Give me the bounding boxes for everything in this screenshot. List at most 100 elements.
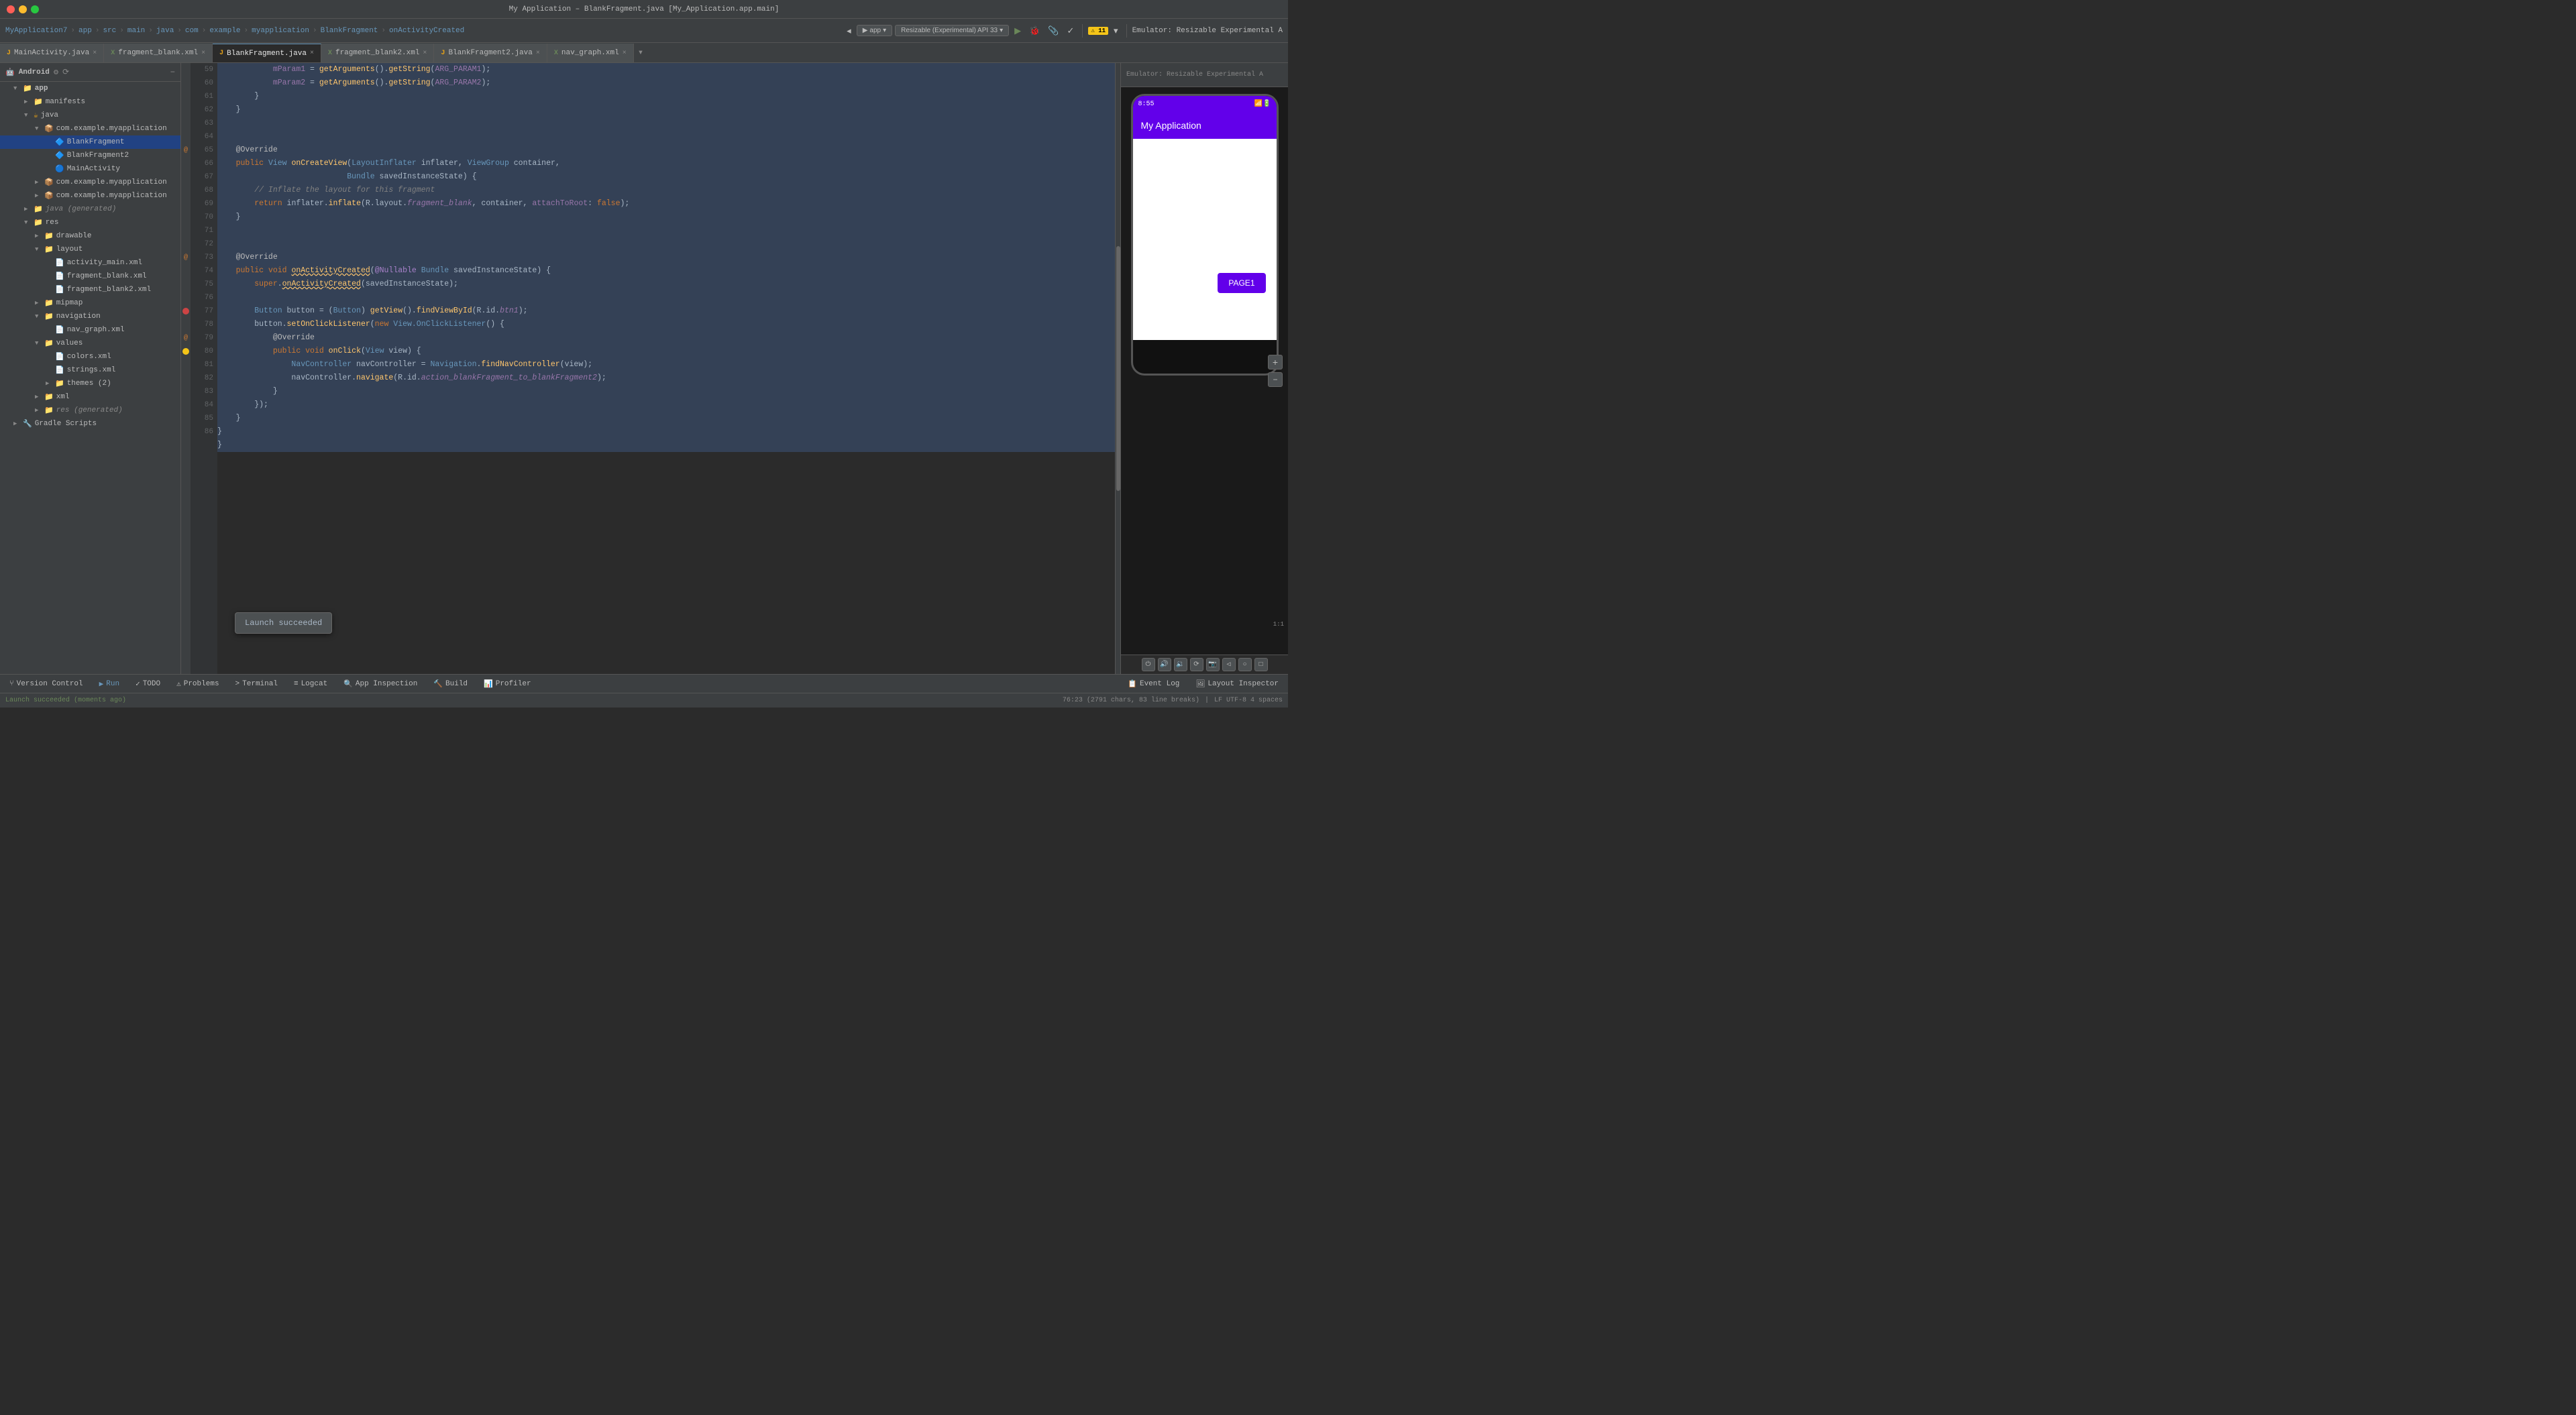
device-page1-button[interactable]: PAGE1 (1218, 273, 1265, 293)
tree-item-navigation[interactable]: ▼ 📁 navigation (0, 310, 180, 323)
tree-item-app[interactable]: ▼ 📁 app (0, 82, 180, 95)
breadcrumb-app[interactable]: MyApplication7 (5, 27, 67, 35)
run-tests-button[interactable]: ✓ (1065, 24, 1077, 38)
tab-fragment-blank2-xml[interactable]: X fragment_blank2.xml × (321, 44, 434, 62)
breadcrumb-main[interactable]: main (127, 27, 145, 35)
breadcrumb-myapplication[interactable]: myapplication (252, 27, 309, 35)
tab-fragment-blank-xml[interactable]: X fragment_blank.xml × (104, 44, 213, 62)
expand-icon[interactable]: ▶ (46, 380, 55, 387)
tree-item-java[interactable]: ▼ ☕ java (0, 109, 180, 122)
minimize-button[interactable] (19, 5, 27, 13)
tab-close-button[interactable]: × (423, 50, 427, 57)
expand-icon[interactable]: ▶ (35, 394, 44, 400)
tab-event-log[interactable]: 📋 Event Log (1124, 678, 1183, 690)
expand-icon[interactable]: ▼ (24, 112, 34, 119)
tree-item-blankfragment2[interactable]: 🔷 BlankFragment2 (0, 149, 180, 162)
tab-profiler[interactable]: 📊 Profiler (480, 678, 535, 690)
back-button[interactable]: ◁ (1222, 658, 1236, 671)
expand-icon[interactable]: ▼ (35, 340, 44, 347)
tree-item-package-main[interactable]: ▼ 📦 com.example.myapplication (0, 122, 180, 135)
expand-icon[interactable]: ▶ (24, 206, 34, 213)
expand-icon[interactable]: ▶ (35, 300, 44, 306)
tab-close-button[interactable]: × (201, 50, 205, 57)
warning-chevron[interactable]: ▾ (1111, 24, 1121, 38)
panel-settings-icon[interactable]: ⚙ (54, 67, 58, 77)
code-content[interactable]: @ @ @ (181, 63, 1120, 674)
breadcrumb-java[interactable]: java (156, 27, 174, 35)
breadcrumb-onactivitycreated[interactable]: onActivityCreated (389, 27, 464, 35)
tab-terminal[interactable]: > Terminal (231, 679, 282, 689)
tree-item-package-test[interactable]: ▶ 📦 com.example.myapplication (0, 176, 180, 189)
tree-item-manifests[interactable]: ▶ 📁 manifests (0, 95, 180, 109)
expand-icon[interactable]: ▼ (35, 313, 44, 320)
recents-button[interactable]: □ (1254, 658, 1268, 671)
tab-blankfragment2[interactable]: J BlankFragment2.java × (434, 44, 547, 62)
power-button[interactable]: ⏻ (1142, 658, 1155, 671)
tree-item-res-generated[interactable]: ▶ 📁 res (generated) (0, 404, 180, 417)
tab-app-inspection[interactable]: 🔍 App Inspection (339, 678, 421, 690)
expand-icon[interactable]: ▼ (13, 85, 23, 92)
tab-mainactivity[interactable]: J MainActivity.java × (0, 44, 104, 62)
expand-icon[interactable]: ▶ (24, 99, 34, 105)
tree-item-mipmap[interactable]: ▶ 📁 mipmap (0, 296, 180, 310)
tab-logcat[interactable]: ≡ Logcat (290, 679, 331, 689)
tree-item-blankfragment[interactable]: 🔷 BlankFragment (0, 135, 180, 149)
expand-icon[interactable]: ▶ (35, 407, 44, 414)
maximize-button[interactable] (31, 5, 39, 13)
device-selector[interactable]: Resizable (Experimental) API 33 ▾ (895, 25, 1009, 36)
tree-item-mainactivity[interactable]: 🔵 MainActivity (0, 162, 180, 176)
breadcrumb-app-module[interactable]: app (78, 27, 92, 35)
tab-version-control[interactable]: ⑂ Version Control (5, 679, 87, 689)
breadcrumb-example[interactable]: example (209, 27, 240, 35)
tab-run[interactable]: ▶ Run (95, 678, 123, 690)
tab-close-button[interactable]: × (536, 50, 540, 57)
tab-todo[interactable]: ✓ TODO (131, 678, 164, 690)
back-nav-button[interactable]: ◂ (844, 24, 854, 38)
tab-build[interactable]: 🔨 Build (429, 678, 472, 690)
code-body[interactable]: mParam1 = getArguments().getString(ARG_P… (217, 63, 1115, 674)
tab-nav-graph[interactable]: X nav_graph.xml × (547, 44, 634, 62)
attach-button[interactable]: 📎 (1045, 24, 1061, 38)
zoom-in-button[interactable]: + (1268, 355, 1283, 370)
zoom-out-button[interactable]: − (1268, 372, 1283, 387)
tree-item-res[interactable]: ▼ 📁 res (0, 216, 180, 229)
volume-up-button[interactable]: 🔊 (1158, 658, 1171, 671)
breadcrumb-blankfragment[interactable]: BlankFragment (321, 27, 378, 35)
breadcrumb-com[interactable]: com (185, 27, 199, 35)
expand-icon[interactable]: ▼ (35, 125, 44, 132)
expand-icon[interactable]: ▼ (24, 219, 34, 226)
expand-icon[interactable]: ▼ (35, 246, 44, 253)
expand-icon[interactable]: ▶ (35, 179, 44, 186)
tree-item-nav-graph-xml[interactable]: 📄 nav_graph.xml (0, 323, 180, 337)
home-button[interactable]: ○ (1238, 658, 1252, 671)
run-config-selector[interactable]: ▶ app ▾ (857, 25, 892, 36)
tree-item-strings-xml[interactable]: 📄 strings.xml (0, 363, 180, 377)
tab-layout-inspector[interactable]: 🖼 Layout Inspector (1191, 678, 1283, 690)
vertical-scrollbar[interactable] (1115, 63, 1120, 674)
panel-collapse-icon[interactable]: − (170, 68, 175, 77)
tree-item-activity-main-xml[interactable]: 📄 activity_main.xml (0, 256, 180, 270)
tab-problems[interactable]: ⚠ Problems (172, 678, 223, 690)
expand-icon[interactable]: ▶ (13, 420, 23, 427)
close-button[interactable] (7, 5, 15, 13)
run-button[interactable]: ▶ (1012, 24, 1024, 38)
tab-close-button[interactable]: × (310, 50, 314, 57)
expand-icon[interactable]: ▶ (35, 192, 44, 199)
tree-item-package-androidtest[interactable]: ▶ 📦 com.example.myapplication (0, 189, 180, 203)
panel-sync-icon[interactable]: ⟳ (62, 67, 69, 77)
breadcrumb-src[interactable]: src (103, 27, 116, 35)
tab-blankfragment[interactable]: J BlankFragment.java × (213, 44, 321, 62)
volume-down-button[interactable]: 🔉 (1174, 658, 1187, 671)
tree-item-themes[interactable]: ▶ 📁 themes (2) (0, 377, 180, 390)
rotate-button[interactable]: ⟳ (1190, 658, 1203, 671)
debug-button[interactable]: 🐞 (1026, 24, 1042, 38)
scrollbar-thumb[interactable] (1116, 246, 1120, 490)
tab-close-button[interactable]: × (623, 50, 627, 57)
tree-item-layout[interactable]: ▼ 📁 layout (0, 243, 180, 256)
tree-item-values[interactable]: ▼ 📁 values (0, 337, 180, 350)
expand-icon[interactable]: ▶ (35, 233, 44, 239)
tree-item-java-generated[interactable]: ▶ 📁 java (generated) (0, 203, 180, 216)
screenshot-button[interactable]: 📷 (1206, 658, 1220, 671)
tree-item-xml[interactable]: ▶ 📁 xml (0, 390, 180, 404)
tree-item-drawable[interactable]: ▶ 📁 drawable (0, 229, 180, 243)
